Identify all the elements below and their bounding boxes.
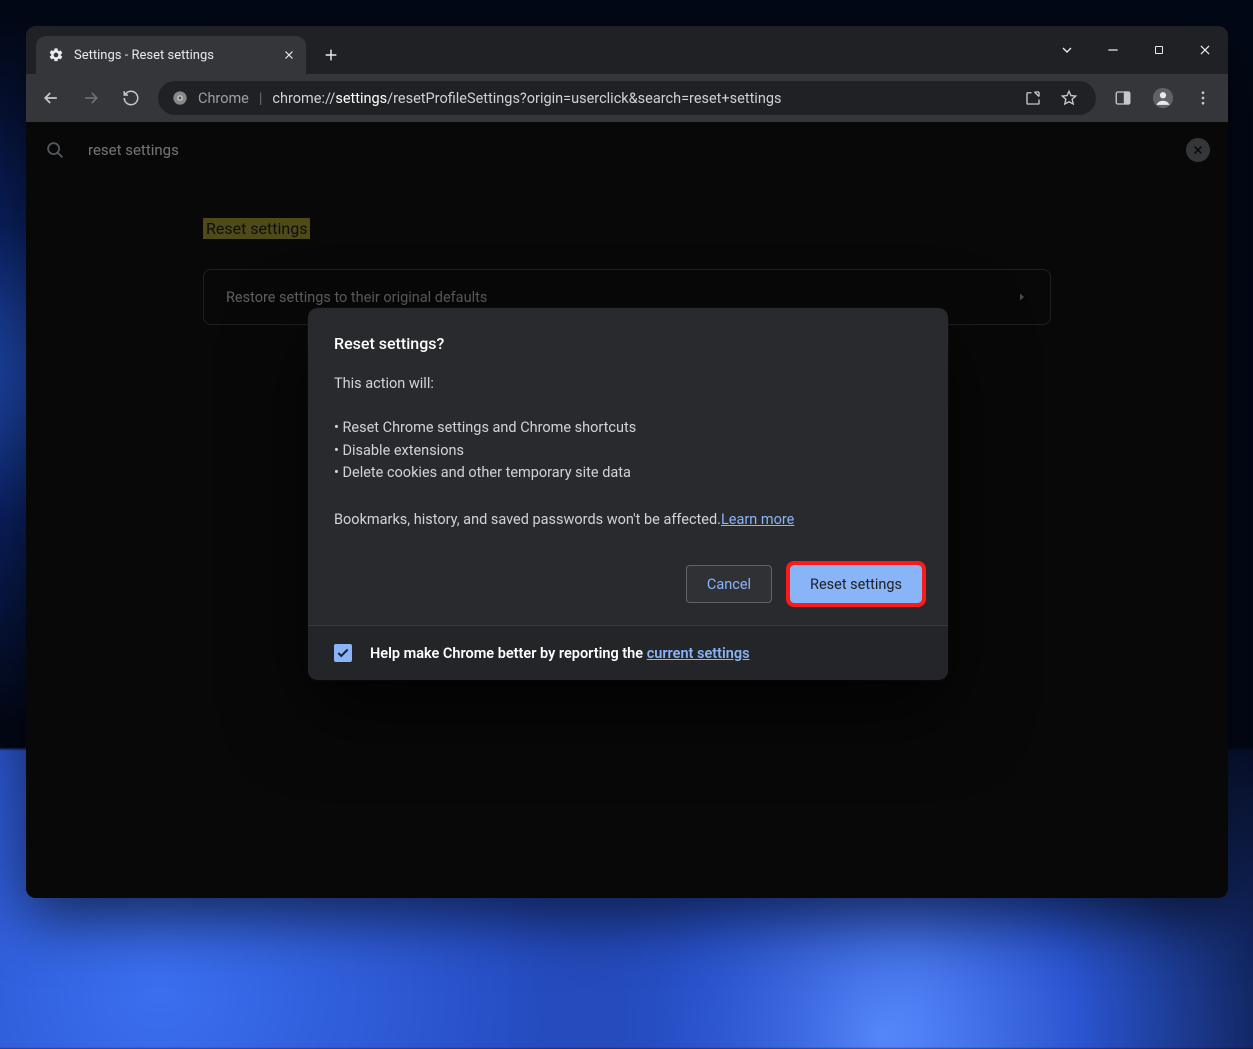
chrome-window: Settings - Reset settings [26,26,1228,898]
reset-settings-button[interactable]: Reset settings [790,565,922,603]
omnibox[interactable]: Chrome | chrome://settings/resetProfileS… [158,81,1096,115]
report-label: Help make Chrome better by reporting the… [370,645,750,662]
minimize-button[interactable] [1090,30,1136,70]
gear-icon [48,47,64,63]
report-checkbox[interactable] [334,644,352,662]
search-icon [44,139,66,161]
omnibox-url: chrome://settings/resetProfileSettings?o… [272,90,781,107]
current-settings-link[interactable]: current settings [647,645,750,662]
kebab-menu-button[interactable] [1186,81,1220,115]
side-panel-button[interactable] [1106,81,1140,115]
reset-settings-dialog: Reset settings? This action will: Reset … [308,308,948,680]
dialog-bullet: Disable extensions [334,440,922,462]
row-label: Restore settings to their original defau… [226,289,487,306]
share-icon[interactable] [1020,85,1046,111]
chrome-icon [172,90,188,106]
tab-strip: Settings - Reset settings [26,26,1228,74]
section-title-highlight: Reset settings [203,218,310,239]
browser-tab[interactable]: Settings - Reset settings [36,36,306,74]
tab-title: Settings - Reset settings [74,48,270,63]
profile-button[interactable] [1146,81,1180,115]
new-tab-button[interactable] [316,40,346,70]
forward-button[interactable] [74,81,108,115]
back-button[interactable] [34,81,68,115]
omnibox-separator: | [259,90,263,107]
close-tab-button[interactable] [280,46,298,64]
browser-toolbar: Chrome | chrome://settings/resetProfileS… [26,74,1228,122]
settings-search-value: reset settings [88,141,1164,159]
dialog-bullet-list: Reset Chrome settings and Chrome shortcu… [334,417,922,484]
dialog-title: Reset settings? [334,334,922,353]
close-window-button[interactable] [1182,30,1228,70]
reload-button[interactable] [114,81,148,115]
tabs-dropdown-button[interactable] [1044,30,1090,70]
report-settings-row: Help make Chrome better by reporting the… [308,625,948,680]
dialog-bullet: Delete cookies and other temporary site … [334,462,922,484]
clear-search-button[interactable] [1186,138,1210,162]
maximize-button[interactable] [1136,30,1182,70]
dialog-button-row: Cancel Reset settings [334,565,922,603]
learn-more-link[interactable]: Learn more [721,511,794,528]
cancel-button[interactable]: Cancel [686,565,772,603]
settings-page: reset settings Reset settings Restore se… [26,122,1228,898]
window-controls [1044,26,1228,74]
settings-search-bar[interactable]: reset settings [26,126,1228,174]
bookmark-star-icon[interactable] [1056,85,1082,111]
dialog-bullet: Reset Chrome settings and Chrome shortcu… [334,417,922,439]
dialog-footer-text: Bookmarks, history, and saved passwords … [334,509,922,531]
omnibox-prefix: Chrome [198,90,249,107]
dialog-lead: This action will: [334,373,922,395]
chevron-right-icon [1016,291,1028,303]
